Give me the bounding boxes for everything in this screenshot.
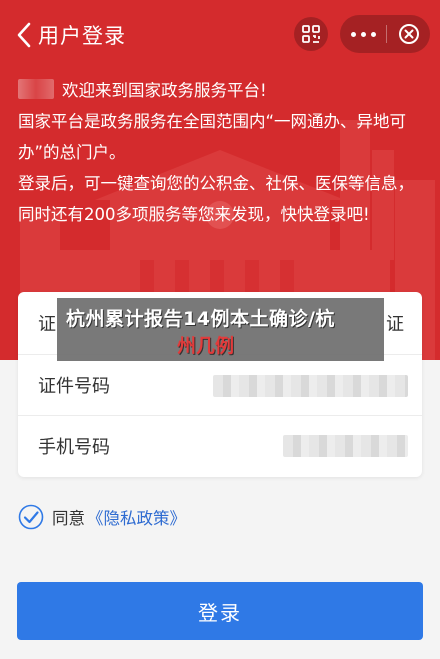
agree-text: 同意 bbox=[52, 509, 85, 528]
close-button[interactable] bbox=[387, 15, 430, 53]
privacy-policy-link[interactable]: 《隐私政策》 bbox=[87, 505, 186, 529]
phone-row[interactable]: 手机号码 bbox=[18, 415, 422, 476]
checkbox-checked-icon[interactable] bbox=[18, 504, 44, 530]
id-number-row[interactable]: 证件号码 bbox=[18, 354, 422, 415]
top-navigation-bar: 用户登录 bbox=[0, 0, 440, 68]
id-number-masked-value[interactable] bbox=[213, 375, 408, 397]
news-headline-line1: 杭州累计报告14例本土确诊/杭 bbox=[66, 308, 335, 330]
news-overlay-banner: 杭州累计报告14例本土确诊/杭 州几例 bbox=[57, 298, 384, 361]
more-dots-icon bbox=[350, 31, 356, 37]
more-button[interactable] bbox=[340, 15, 386, 53]
phone-masked-value[interactable] bbox=[283, 435, 408, 457]
welcome-message: 欢迎来到国家政务服务平台! 国家平台是政务服务在全国范围内“一网通办、异地可办”… bbox=[18, 75, 428, 230]
news-headline-line2: 州几例 bbox=[177, 335, 235, 357]
chevron-left-icon bbox=[17, 22, 31, 48]
id-type-value: 证 bbox=[386, 313, 404, 335]
privacy-agreement: 同意 《隐私政策》 bbox=[18, 503, 186, 531]
login-button[interactable]: 登录 bbox=[17, 582, 423, 640]
mini-program-capsule bbox=[340, 15, 430, 53]
close-circle-icon bbox=[398, 24, 419, 44]
welcome-intro: 国家平台是政务服务在全国范围内“一网通办、异地可办”的总门户。 bbox=[18, 112, 407, 162]
welcome-greeting: 欢迎来到国家政务服务平台! bbox=[62, 81, 267, 100]
id-number-label: 证件号码 bbox=[38, 376, 110, 397]
back-button[interactable]: 用户登录 bbox=[14, 18, 134, 52]
page-title: 用户登录 bbox=[38, 24, 126, 48]
scan-icon bbox=[302, 25, 320, 43]
welcome-benefits: 登录后，可一键查询您的公积金、社保、医保等信息，同时还有200多项服务等您来发现… bbox=[18, 174, 414, 224]
blurred-username bbox=[18, 79, 54, 99]
scan-button[interactable] bbox=[294, 17, 328, 51]
phone-label: 手机号码 bbox=[38, 437, 110, 458]
